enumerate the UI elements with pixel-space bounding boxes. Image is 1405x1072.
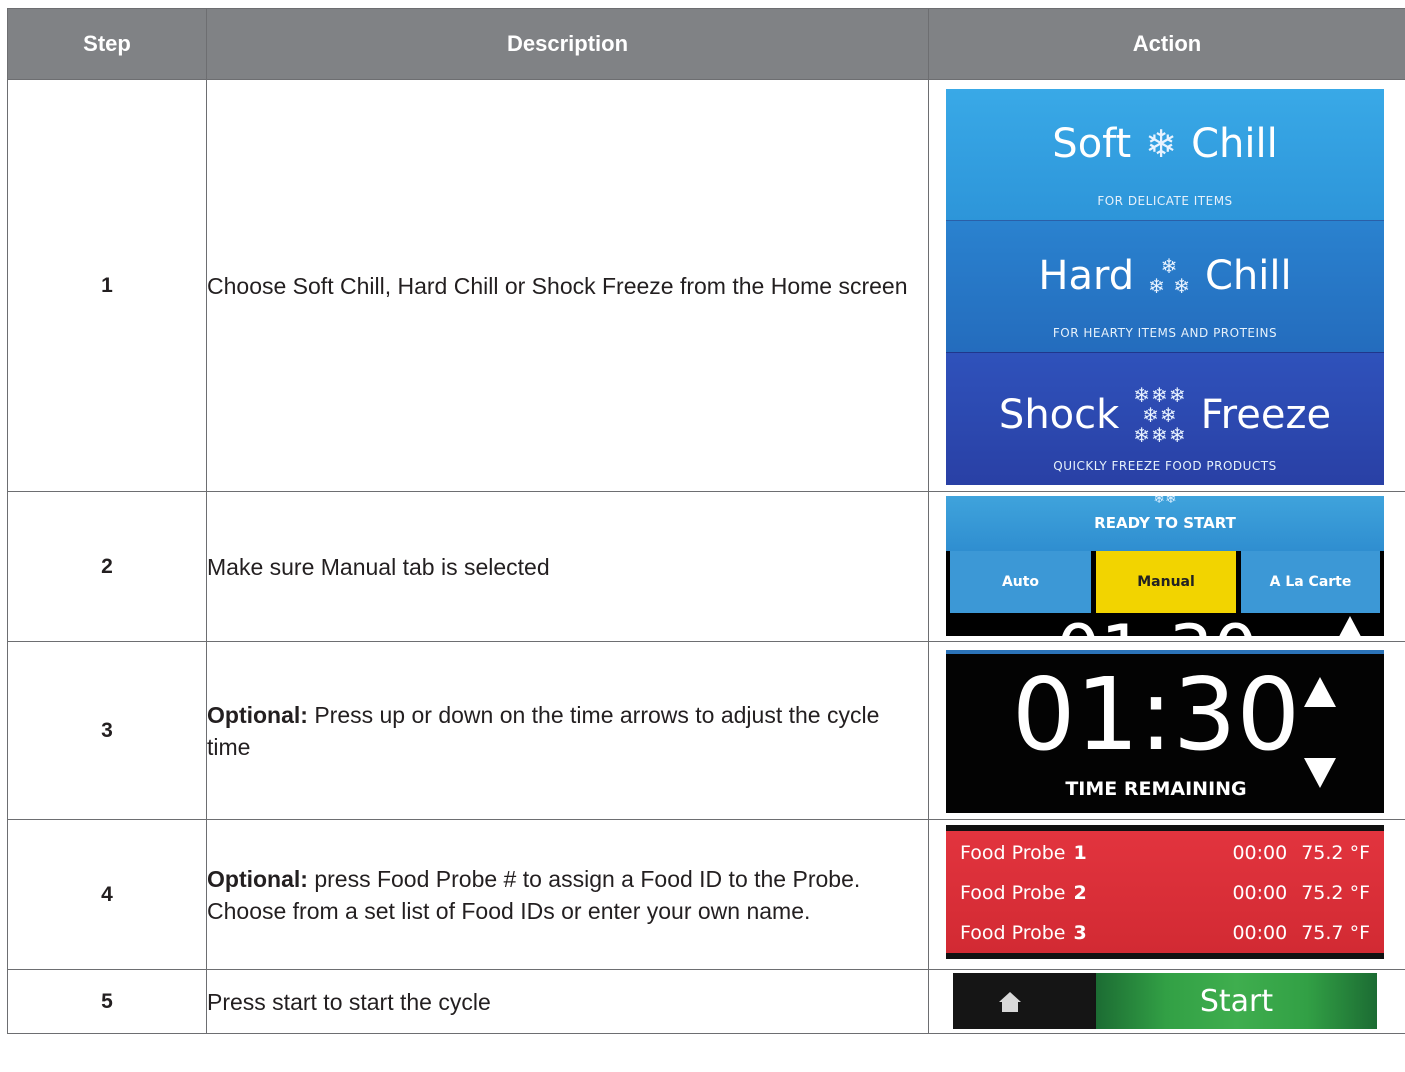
mode-left-label: Hard: [1038, 253, 1135, 299]
time-display: 01:30: [1011, 656, 1301, 773]
up-arrow-icon: [1334, 616, 1366, 636]
mode-right-label: Chill: [1204, 253, 1292, 299]
optional-label: Optional:: [207, 865, 308, 892]
mode-subtitle: FOR HEARTY ITEMS AND PROTEINS: [1052, 326, 1278, 340]
mode-left-label: Shock: [998, 392, 1120, 438]
step-description: Choose Soft Chill, Hard Chill or Shock F…: [206, 79, 929, 492]
table-row: 5 Press start to start the cycle Start: [7, 969, 1405, 1034]
soft-chill-button[interactable]: Soft ❄ Chill FOR DELICATE ITEMS: [946, 89, 1384, 220]
probe-time: 00:00: [1232, 882, 1288, 904]
mode-subtitle: FOR DELICATE ITEMS: [1097, 194, 1233, 208]
mode-right-label: Freeze: [1200, 392, 1332, 438]
probe-number: 3: [1073, 922, 1087, 944]
food-probe-2-button[interactable]: Food Probe 2 00:00 75.2 °F: [960, 873, 1370, 913]
food-probe-1-button[interactable]: Food Probe 1 00:00 75.2 °F: [960, 833, 1370, 873]
tab-manual[interactable]: Manual: [1096, 551, 1236, 613]
header-row: Step Description Action: [7, 8, 1405, 80]
time-down-arrow-icon[interactable]: [1304, 758, 1336, 788]
tab-auto[interactable]: Auto: [950, 551, 1091, 613]
snowflakes-icon: ❄❄❄ ❄❄ ❄❄❄: [1133, 383, 1187, 447]
step-number: 2: [7, 491, 207, 642]
step-description: Press start to start the cycle: [206, 969, 929, 1034]
home-button[interactable]: [953, 973, 1094, 1029]
timer-screen: 01:30 TIME REMAINING: [946, 650, 1384, 813]
probe-number: 1: [1073, 842, 1087, 864]
snowflake-icon: ❄❄: [1153, 496, 1177, 506]
mode-subtitle: QUICKLY FREEZE FOOD PRODUCTS: [1053, 459, 1277, 473]
home-icon: [999, 992, 1021, 1012]
step-number: 1: [7, 79, 207, 492]
probe-label: Food Probe: [960, 922, 1066, 944]
probe-temperature: 75.2 °F: [1301, 882, 1370, 904]
action-cell: ❄❄ READY TO START Auto Manual A La Carte…: [928, 491, 1405, 642]
steps-table: Step Description Action 1 Choose Soft Ch…: [7, 8, 1405, 1034]
header-action: Action: [928, 8, 1405, 80]
header-step: Step: [7, 8, 207, 80]
step-number: 4: [7, 819, 207, 970]
table-row: 1 Choose Soft Chill, Hard Chill or Shock…: [7, 79, 1405, 492]
hard-chill-button[interactable]: Hard ❄ ❄ ❄ Chill FOR HEARTY ITEMS AND PRO…: [946, 220, 1384, 352]
probe-time: 00:00: [1232, 922, 1288, 944]
start-button[interactable]: Start: [1096, 973, 1377, 1029]
action-cell: Soft ❄ Chill FOR DELICATE ITEMS Hard ❄ ❄ …: [928, 79, 1405, 492]
probe-temperature: 75.7 °F: [1301, 922, 1370, 944]
step-description: Make sure Manual tab is selected: [206, 491, 929, 642]
food-probes-screen: Food Probe 1 00:00 75.2 °F Food Probe 2 …: [946, 825, 1384, 959]
status-text: READY TO START: [1094, 514, 1236, 532]
table-row: 2 Make sure Manual tab is selected ❄❄ RE…: [7, 491, 1405, 642]
header-description: Description: [206, 8, 929, 80]
timer-peek: 01:30: [1056, 616, 1258, 636]
step-number: 3: [7, 641, 207, 820]
probe-temperature: 75.2 °F: [1301, 842, 1370, 864]
table-row: 4 Optional: press Food Probe # to assign…: [7, 819, 1405, 970]
probe-time: 00:00: [1232, 842, 1288, 864]
tab-a-la-carte[interactable]: A La Carte: [1241, 551, 1380, 613]
step-number: 5: [7, 969, 207, 1034]
home-screen-modes: Soft ❄ Chill FOR DELICATE ITEMS Hard ❄ ❄ …: [946, 89, 1384, 485]
action-cell: Start: [928, 969, 1405, 1034]
probe-label: Food Probe: [960, 842, 1066, 864]
cycle-mode-tabs-screen: ❄❄ READY TO START Auto Manual A La Carte…: [946, 496, 1384, 636]
action-cell: 01:30 TIME REMAINING: [928, 641, 1405, 820]
snowflakes-icon: ❄ ❄ ❄: [1148, 254, 1191, 298]
optional-label: Optional:: [207, 701, 308, 728]
step-description: Optional: Press up or down on the time a…: [206, 641, 929, 820]
mode-right-label: Chill: [1191, 121, 1278, 167]
time-up-arrow-icon[interactable]: [1304, 677, 1336, 707]
probe-number: 2: [1073, 882, 1087, 904]
step-description: Optional: press Food Probe # to assign a…: [206, 819, 929, 970]
time-remaining-label: TIME REMAINING: [1065, 778, 1247, 800]
snowflake-icon: ❄: [1145, 122, 1178, 166]
shock-freeze-button[interactable]: Shock ❄❄❄ ❄❄ ❄❄❄ Freeze QUICKLY FREEZE FOO…: [946, 352, 1384, 485]
mode-left-label: Soft: [1052, 121, 1132, 167]
table-row: 3 Optional: Press up or down on the time…: [7, 641, 1405, 820]
start-screen: Start: [953, 973, 1377, 1029]
food-probe-3-button[interactable]: Food Probe 3 00:00 75.7 °F: [960, 913, 1370, 953]
probe-label: Food Probe: [960, 882, 1066, 904]
action-cell: Food Probe 1 00:00 75.2 °F Food Probe 2 …: [928, 819, 1405, 970]
